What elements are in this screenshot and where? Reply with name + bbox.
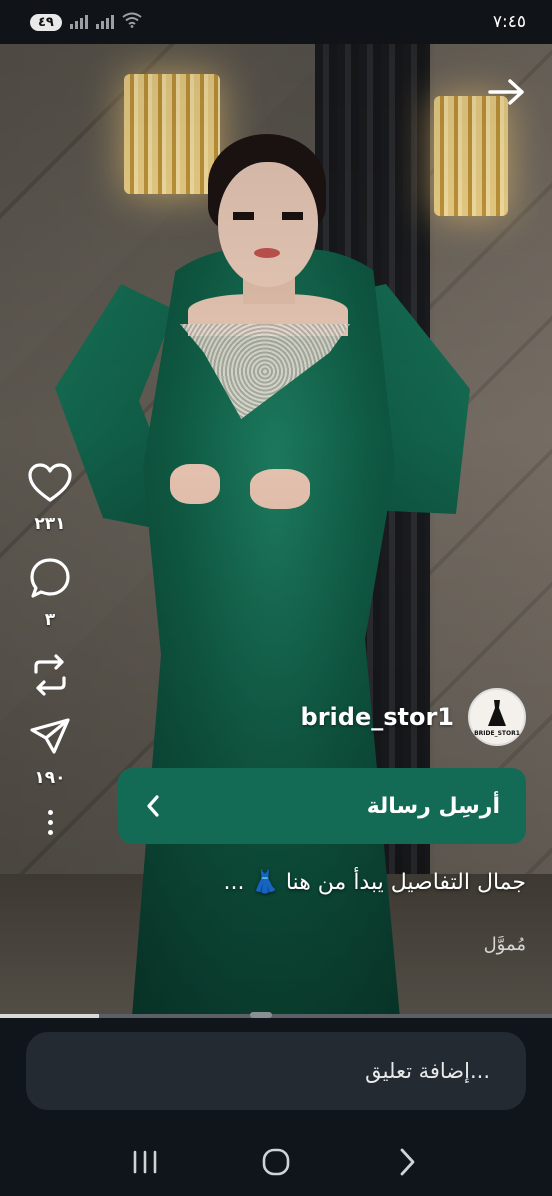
system-nav-bar bbox=[0, 1128, 552, 1196]
author-username[interactable]: bride_stor1 bbox=[301, 703, 454, 731]
home-icon bbox=[262, 1148, 290, 1176]
signal-icon bbox=[69, 15, 88, 29]
dress-logo-icon bbox=[488, 699, 506, 726]
comment-count: ٣ bbox=[44, 610, 56, 630]
share-action[interactable]: ١٩٠ bbox=[22, 716, 78, 788]
share-count: ١٩٠ bbox=[34, 768, 66, 788]
comment-placeholder: إضافة تعليق... bbox=[365, 1059, 490, 1083]
back-button[interactable] bbox=[484, 72, 528, 112]
home-button[interactable] bbox=[246, 1137, 306, 1187]
back-arrow-icon bbox=[488, 79, 524, 105]
battery-indicator: ٤٩ bbox=[30, 13, 62, 31]
recent-apps-icon bbox=[134, 1150, 157, 1174]
more-icon[interactable] bbox=[22, 810, 78, 835]
comment-action[interactable]: ٣ bbox=[22, 556, 78, 630]
comment-icon[interactable] bbox=[28, 556, 72, 600]
sponsored-label: مُموَّل bbox=[483, 934, 526, 955]
like-count: ٢٣١ bbox=[34, 514, 66, 534]
repost-icon[interactable] bbox=[28, 652, 72, 698]
status-icons: ٤٩ bbox=[30, 12, 142, 32]
post-caption[interactable]: جمال التفاصيل يبدأ من هنا 👗 ... bbox=[224, 870, 527, 895]
avatar[interactable]: BRIDE_STOR1 bbox=[468, 688, 526, 746]
chevron-left-icon bbox=[147, 795, 159, 817]
send-message-button[interactable]: أرسِل رسالة bbox=[118, 768, 526, 844]
wifi-icon bbox=[122, 12, 142, 32]
send-icon[interactable] bbox=[28, 716, 72, 758]
repost-action[interactable] bbox=[22, 652, 78, 698]
recent-apps-button[interactable] bbox=[115, 1137, 175, 1187]
send-message-label: أرسِل رسالة bbox=[366, 793, 500, 819]
status-bar: ٤٩ ٧:٤٥ bbox=[0, 0, 552, 44]
action-column: ٢٣١ ٣ ١٩٠ bbox=[22, 462, 78, 835]
heart-icon[interactable] bbox=[27, 462, 73, 504]
comment-input[interactable]: إضافة تعليق... bbox=[26, 1032, 526, 1110]
like-action[interactable]: ٢٣١ bbox=[22, 462, 78, 534]
post-author[interactable]: bride_stor1 BRIDE_STOR1 bbox=[301, 688, 526, 746]
signal-icon-2 bbox=[95, 15, 114, 29]
clock: ٧:٤٥ bbox=[492, 12, 526, 32]
bottom-area: إضافة تعليق... bbox=[0, 1018, 552, 1196]
back-nav-button[interactable] bbox=[377, 1137, 437, 1187]
back-nav-icon bbox=[400, 1148, 415, 1176]
